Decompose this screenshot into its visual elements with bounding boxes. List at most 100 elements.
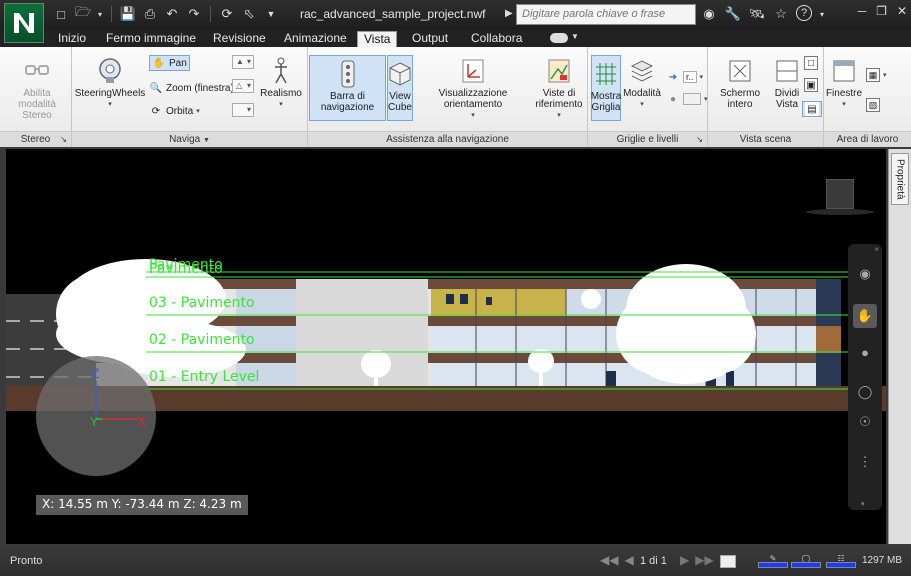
steeringwheels-label: SteeringWheels [74, 88, 146, 99]
previous-sheet-icon[interactable]: ◀ [624, 553, 633, 567]
nav-orbit-icon[interactable]: ◯ [853, 380, 877, 404]
gizmo-y-label: Y [90, 415, 99, 429]
layers-icon [629, 57, 655, 85]
tab-inizio[interactable]: Inizio [52, 31, 92, 47]
load-workspace-button[interactable]: ▦ ▾ [866, 67, 887, 83]
nav-pan-hand-icon[interactable]: ✋ [853, 304, 877, 328]
zoom-window-button[interactable]: 🔍 Zoom (finestra) ▾ [149, 80, 241, 96]
restore-icon[interactable]: ❐ [876, 4, 887, 18]
open-dropdown-icon[interactable]: ▾ [96, 5, 104, 23]
background-button[interactable]: □ [804, 55, 818, 71]
background-icon: □ [804, 56, 818, 70]
satellite-icon[interactable]: 🛰 [748, 5, 766, 23]
pan-label: Pan [169, 57, 187, 69]
tab-vista[interactable]: Vista [357, 31, 398, 47]
enable-stereo-button[interactable]: Abilita modalità Stereo [6, 57, 68, 121]
show-grid-button[interactable]: Mostra Griglia [591, 55, 621, 121]
realism-label: Realismo [260, 88, 302, 99]
search-input[interactable]: Digitare parola chiave o frase [516, 4, 696, 25]
windows-button[interactable]: Finestre ▾ [826, 57, 862, 110]
person-icon [268, 57, 294, 85]
fullscreen-button[interactable]: Schermo intero [710, 57, 770, 110]
panel-stereo: Abilita modalità Stereo Stereo ↘ [0, 47, 72, 147]
undo-icon[interactable]: ↶ [163, 5, 181, 23]
ribbon-options-dropdown-icon[interactable]: ▼ [571, 32, 579, 41]
level-label-03: 03 - Pavimento [149, 295, 255, 311]
navigation-bar-icon [335, 60, 361, 88]
panel-area-di-lavoro: Finestre ▾ ▦ ▾ ▧ Area di lavoro [824, 47, 911, 147]
search-expand-icon[interactable]: ▶ [505, 8, 513, 19]
tab-fermo-immagine[interactable]: Fermo immagine [100, 31, 202, 47]
status-bar-toggle[interactable]: ▤ [802, 101, 822, 117]
status-bar: Pronto ◀◀ ◀ 1 di 1 ▶ ▶▶ ✎ ◯ ☷ 1297 MB [0, 546, 911, 576]
navbar-customize-icon[interactable]: ▾ [861, 500, 865, 508]
properties-tab[interactable]: Proprietà [891, 153, 909, 205]
zoom-label: Zoom (finestra) [166, 82, 234, 94]
panel-title-assistenza: Assistenza alla navigazione [308, 131, 587, 147]
select-arrow-icon[interactable]: ⬁ [240, 5, 258, 23]
new-file-icon[interactable]: □ [52, 5, 70, 23]
orbit-button[interactable]: ⟳ Orbita ▾ [149, 103, 200, 119]
viewcube-button[interactable]: View Cube [387, 55, 413, 121]
nav-zoom-icon[interactable]: ● [853, 340, 877, 364]
steeringwheels-button[interactable]: SteeringWheels ▾ [75, 57, 145, 110]
show-grid-label: Mostra Griglia [590, 91, 622, 113]
pan-button[interactable]: ✋ Pan [149, 55, 190, 71]
close-icon[interactable]: ✕ [897, 4, 907, 18]
first-sheet-icon[interactable]: ◀◀ [600, 553, 618, 567]
next-sheet-icon[interactable]: ▶ [680, 553, 689, 567]
web-server-meter: ☷ [825, 555, 857, 568]
grid-color-combo[interactable]: ● ▾ [666, 91, 708, 107]
refresh-icon[interactable]: ⟳ [218, 5, 236, 23]
nav-walk-footprints-icon[interactable]: ⋮ [853, 450, 877, 474]
print-icon[interactable]: ⎙ [141, 5, 159, 23]
help-icon[interactable]: ? [796, 5, 812, 21]
redo-icon[interactable]: ↷ [185, 5, 203, 23]
panel-title-naviga[interactable]: Naviga ▼ [72, 131, 307, 147]
binoculars-icon[interactable]: ◉ [700, 5, 718, 23]
sheet-browser-icon[interactable] [720, 555, 736, 568]
save-workspace-icon: ▧ [866, 98, 880, 112]
title-bar: □ 🗁 ▾ 💾 ⎙ ↶ ↷ ⟳ ⬁ ▼ rac_advanced_sample_… [0, 0, 911, 43]
pager-forward: ▶ ▶▶ [680, 553, 714, 567]
navigation-bar-button[interactable]: Barra di navigazione [309, 55, 386, 121]
tab-revisione[interactable]: Revisione [207, 31, 272, 47]
status-bar-icon: ▤ [805, 102, 819, 116]
tab-animazione[interactable]: Animazione [278, 31, 353, 47]
grid-mode-button[interactable]: Modalità ▾ [623, 57, 661, 110]
ribbon-minimize-toggle[interactable] [550, 33, 568, 43]
windows-icon [831, 57, 857, 85]
look-mode-combo[interactable]: △ ▾ [232, 79, 254, 93]
split-view-icon [774, 57, 800, 85]
viewcube-base [806, 209, 874, 215]
nav-look-icon[interactable]: ☉ [853, 410, 877, 434]
help-dropdown-icon[interactable]: ▾ [818, 5, 826, 23]
viewcube-widget[interactable] [826, 179, 854, 209]
ribbon-tab-bar: Inizio Fermo immagine Revisione Animazio… [0, 30, 911, 47]
scene-style-button[interactable]: ▣ [804, 77, 818, 93]
last-sheet-icon[interactable]: ▶▶ [695, 553, 713, 567]
focus-mode-combo[interactable]: ▾ [232, 103, 254, 117]
application-menu-button[interactable] [4, 3, 44, 43]
save-workspace-button[interactable]: ▧ [866, 97, 880, 113]
3d-viewport[interactable]: Pavimento Pavimento 03 - Pavimento 02 - … [6, 149, 886, 544]
walk-mode-combo[interactable]: ▲ ▾ [232, 55, 254, 69]
panel-assistenza-navigazione: Barra di navigazione View Cube Visualizz… [308, 47, 588, 147]
minimize-icon[interactable]: ─ [858, 4, 867, 18]
navbar-close-icon[interactable]: × [874, 245, 879, 254]
reference-views-button[interactable]: Viste di riferimento ▾ [534, 57, 584, 121]
open-folder-icon[interactable]: 🗁 [74, 4, 92, 23]
tab-output[interactable]: Output [406, 31, 454, 47]
hand-icon: ✋ [152, 57, 166, 69]
save-icon[interactable]: 💾 [119, 5, 137, 23]
wrench-icon[interactable]: 🔧 [724, 5, 742, 23]
nav-steeringwheel-icon[interactable]: ◉ [853, 262, 877, 286]
split-view-button[interactable]: Dividi Vista [772, 57, 802, 110]
grid-location-combo[interactable]: ➜ r.. ▾ [666, 69, 703, 85]
panel-title-griglie: Griglie e livelli ↘ [588, 131, 707, 147]
realism-button[interactable]: Realismo ▾ [260, 57, 302, 110]
customize-qat-icon[interactable]: ▼ [262, 5, 280, 23]
star-icon[interactable]: ☆ [772, 5, 790, 23]
orientation-view-button[interactable]: Visualizzazione orientamento ▾ [418, 57, 528, 121]
tab-collabora[interactable]: Collabora [465, 31, 528, 47]
